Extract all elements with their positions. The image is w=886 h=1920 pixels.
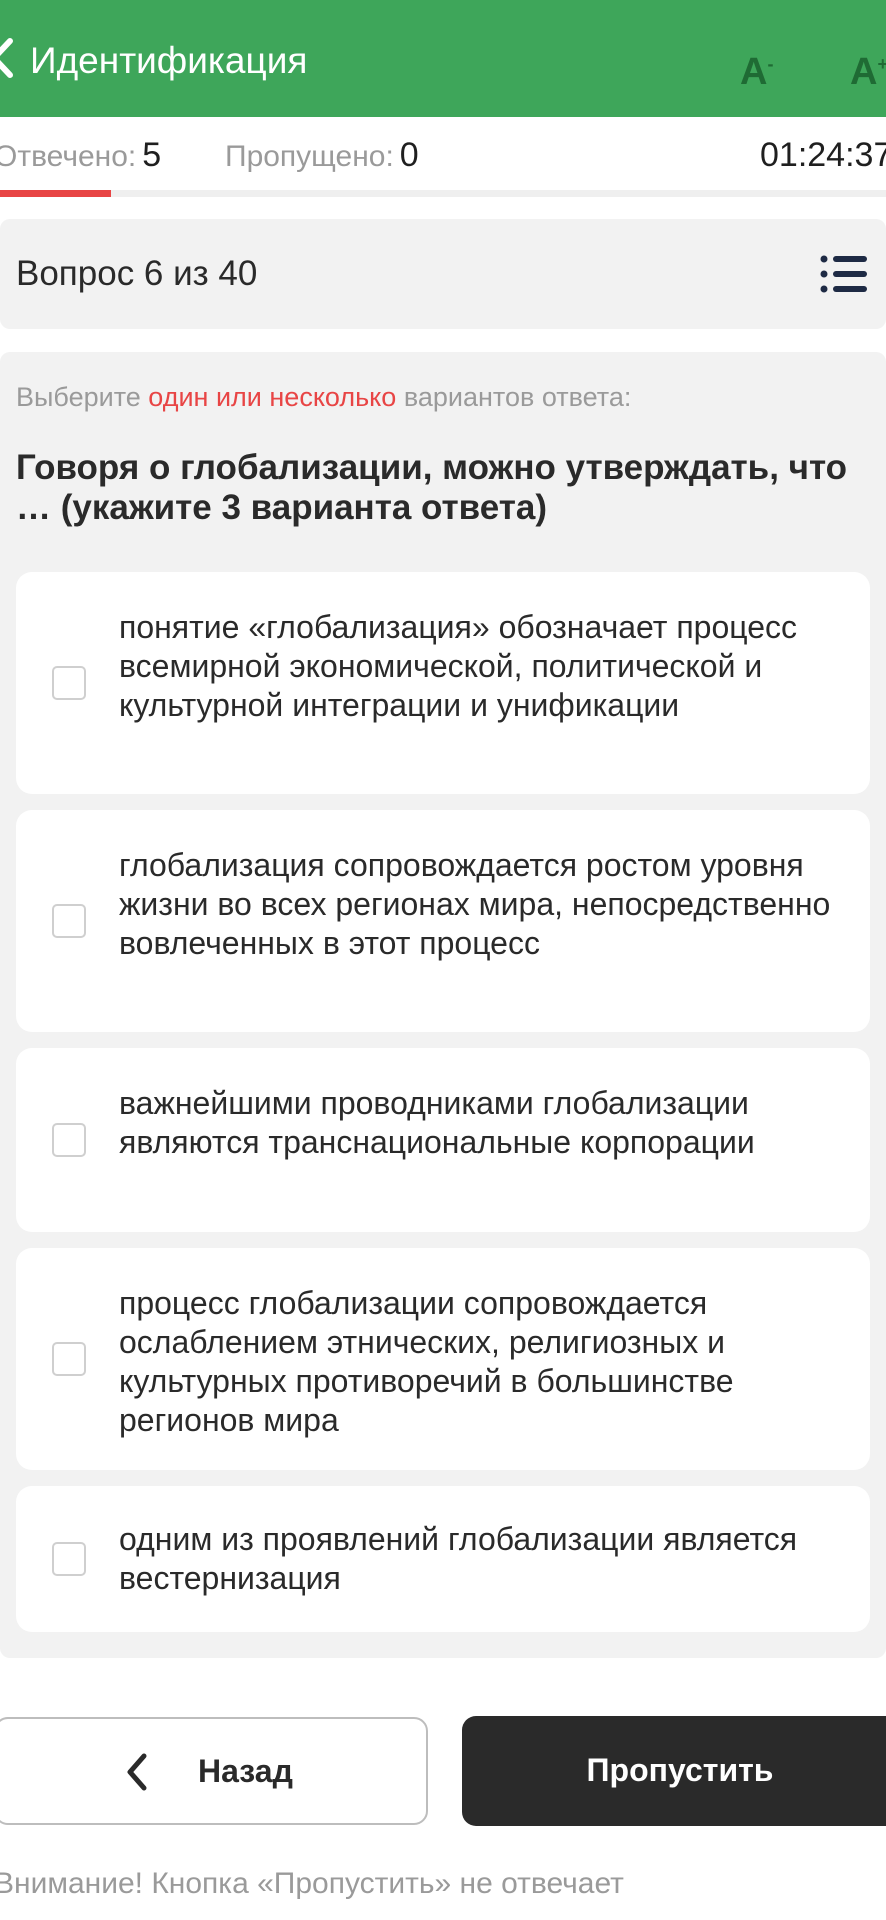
page-title: Идентификация xyxy=(30,40,308,81)
answered-count: 5 xyxy=(142,136,162,174)
option-text: важнейшими проводниками глобализации явл… xyxy=(119,1085,755,1160)
answer-option[interactable]: процесс глобализации сопровождается осла… xyxy=(16,1248,870,1470)
font-decrease-letter: A xyxy=(740,51,768,93)
skip-button-label: Пропустить xyxy=(586,1752,774,1788)
skipped-stat: Пропущено: 0 xyxy=(225,135,419,177)
option-checkbox[interactable] xyxy=(52,1342,86,1376)
question-header: Вопрос 6 из 40 xyxy=(0,219,886,329)
back-button-label: Назад xyxy=(198,1753,293,1789)
status-bar: Отвечено: 5 Пропущено: 0 01:24:37 xyxy=(0,117,886,197)
font-increase-letter: A xyxy=(850,51,878,93)
skip-warning: Внимание! Кнопка «Пропустить» не отвечае… xyxy=(0,1867,624,1900)
option-checkbox[interactable] xyxy=(52,666,86,700)
skipped-count: 0 xyxy=(399,136,419,174)
progress-fill xyxy=(0,190,111,197)
skipped-label: Пропущено: xyxy=(225,140,394,173)
instruction-prefix: Выберите xyxy=(16,382,141,412)
list-menu-icon[interactable] xyxy=(820,254,868,294)
back-button[interactable]: Назад xyxy=(0,1717,428,1825)
option-text: процесс глобализации сопровождается осла… xyxy=(119,1285,734,1438)
answered-stat: Отвечено: 5 xyxy=(0,135,161,177)
instruction-suffix: вариантов ответа: xyxy=(403,382,632,412)
answer-option[interactable]: одним из проявлений глобализации являетс… xyxy=(16,1486,870,1632)
font-decrease-sign: - xyxy=(767,54,774,74)
chevron-left-icon xyxy=(127,1753,147,1791)
option-checkbox[interactable] xyxy=(52,1123,86,1157)
timer: 01:24:37 xyxy=(760,136,886,174)
answer-instruction: Выберите один или несколько вариантов от… xyxy=(16,380,631,414)
option-text: глобализация сопровождается ростом уровн… xyxy=(119,847,831,961)
app-header: Идентификация A- A+ xyxy=(0,0,886,117)
answer-option[interactable]: глобализация сопровождается ростом уровн… xyxy=(16,810,870,1032)
answer-option[interactable]: важнейшими проводниками глобализации явл… xyxy=(16,1048,870,1232)
question-counter: Вопрос 6 из 40 xyxy=(16,254,258,293)
answer-option[interactable]: понятие «глобализация» обозначает процес… xyxy=(16,572,870,794)
back-chevron-icon[interactable] xyxy=(0,37,16,79)
skip-button[interactable]: Пропустить xyxy=(462,1716,886,1826)
font-increase-sign: + xyxy=(877,54,886,74)
option-checkbox[interactable] xyxy=(52,904,86,938)
option-checkbox[interactable] xyxy=(52,1542,86,1576)
progress-bar xyxy=(0,190,886,197)
option-text: одним из проявлений глобализации являетс… xyxy=(119,1521,798,1596)
font-increase-button[interactable]: A+ xyxy=(850,42,886,93)
question-text: Говоря о глобализации, можно утверждать,… xyxy=(16,448,848,527)
font-decrease-button[interactable]: A- xyxy=(740,42,774,93)
instruction-highlight: один или несколько xyxy=(148,382,397,412)
option-text: понятие «глобализация» обозначает процес… xyxy=(119,609,797,723)
answered-label: Отвечено: xyxy=(0,140,137,173)
